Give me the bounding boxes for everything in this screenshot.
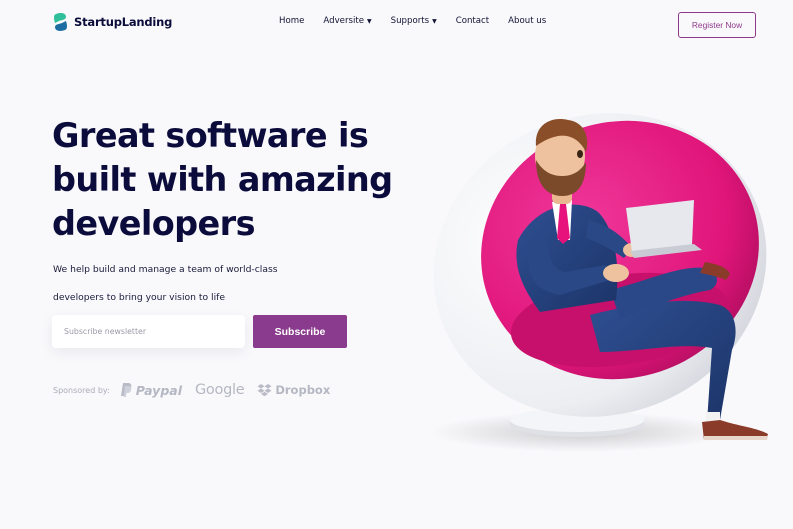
- hero-title: Great software is built with amazing dev…: [52, 114, 393, 246]
- hero-description-line: developers to bring your vision to life: [53, 292, 226, 303]
- nav-adversite-label: Adversite: [323, 16, 365, 26]
- newsletter-email-input[interactable]: [52, 315, 245, 348]
- sponsors-label: Sponsored by:: [53, 385, 110, 395]
- register-now-button[interactable]: Register Now: [678, 12, 756, 38]
- sponsor-paypal-name: Paypal: [135, 382, 182, 398]
- nav-contact-label: Contact: [455, 16, 490, 26]
- caret-down-icon: ▼: [367, 17, 372, 25]
- nav-home-label: Home: [279, 16, 305, 26]
- caret-down-icon: ▼: [432, 17, 437, 25]
- hero-title-line: built with amazing: [52, 160, 393, 199]
- hero-title-line: developers: [52, 204, 256, 243]
- sponsors-row: Sponsored by: Paypal Google Dropbox: [53, 382, 343, 398]
- main-nav: Home Adversite ▼ Supports ▼ Contact Abou…: [279, 16, 565, 26]
- sponsor-dropbox: Dropbox: [257, 383, 330, 397]
- nav-about-us-label: About us: [508, 16, 547, 26]
- brand-name: StartupLanding: [74, 15, 173, 29]
- hero-description-line: We help build and manage a team of world…: [53, 264, 278, 275]
- hero-illustration: [430, 113, 768, 452]
- sponsor-google: Google: [195, 382, 245, 398]
- nav-home[interactable]: Home: [279, 16, 304, 26]
- nav-adversite[interactable]: Adversite ▼: [323, 16, 371, 26]
- paypal-icon: [120, 383, 132, 397]
- dropbox-icon: [257, 383, 272, 396]
- sponsor-paypal: Paypal: [120, 382, 182, 398]
- hero-title-line: Great software is: [52, 116, 369, 155]
- hero-description: We help build and manage a team of world…: [53, 256, 303, 312]
- sponsor-google-name: Google: [195, 382, 245, 398]
- sponsor-dropbox-name: Dropbox: [275, 383, 331, 397]
- subscribe-button[interactable]: Subscribe: [253, 315, 347, 348]
- logo-icon: [54, 13, 67, 31]
- nav-supports-label: Supports: [390, 16, 430, 26]
- brand-logo[interactable]: StartupLanding: [53, 12, 172, 32]
- nav-supports[interactable]: Supports ▼: [391, 16, 437, 26]
- nav-contact[interactable]: Contact: [456, 16, 489, 26]
- nav-about-us[interactable]: About us: [508, 16, 546, 26]
